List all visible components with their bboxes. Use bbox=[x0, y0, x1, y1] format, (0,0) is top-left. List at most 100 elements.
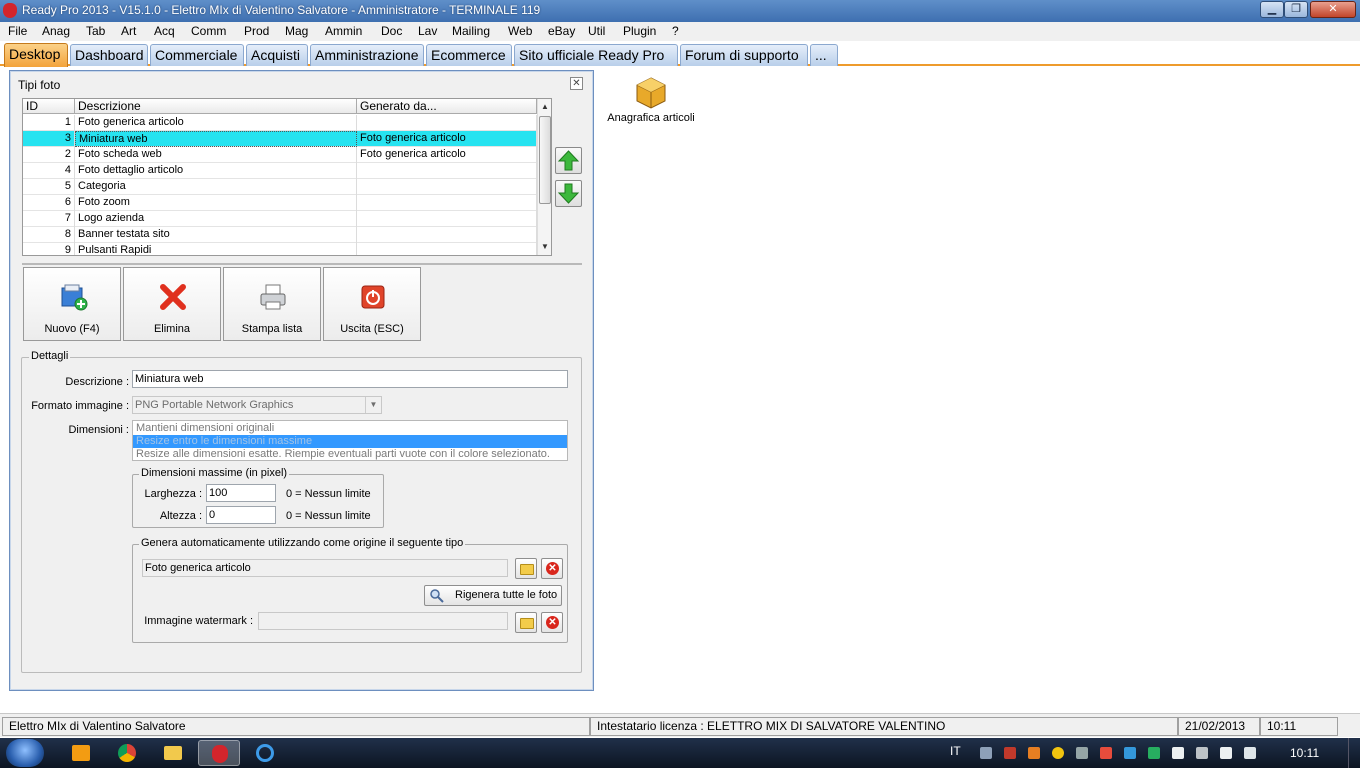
tab-amministrazione[interactable]: Amministrazione bbox=[310, 44, 424, 66]
menu-mailing[interactable]: Mailing bbox=[452, 24, 490, 38]
dimensioni-option[interactable]: Mantieni dimensioni originali bbox=[133, 422, 567, 435]
browse-origin-button[interactable] bbox=[515, 558, 537, 579]
coin-tray-icon[interactable] bbox=[1052, 747, 1064, 759]
red-x-delete-icon bbox=[160, 284, 186, 310]
start-button-icon[interactable] bbox=[6, 739, 44, 767]
print-list-button[interactable]: Stampa lista bbox=[223, 267, 321, 341]
scroll-up-arrow-icon[interactable]: ▲ bbox=[538, 100, 551, 114]
table-row-selected[interactable]: 3 Miniatura web Foto generica articolo bbox=[23, 131, 537, 147]
close-icon[interactable]: ✕ bbox=[570, 77, 583, 90]
menu-lav[interactable]: Lav bbox=[418, 24, 437, 38]
menu-tab[interactable]: Tab bbox=[86, 24, 105, 38]
clear-icon: ✕ bbox=[546, 616, 559, 629]
tab-acquisti[interactable]: Acquisti bbox=[246, 44, 308, 66]
menu-util[interactable]: Util bbox=[588, 24, 605, 38]
table-row[interactable]: 4 Foto dettaglio articolo bbox=[23, 163, 537, 179]
taskbar-explorer[interactable] bbox=[152, 740, 194, 766]
signal-tray-icon[interactable] bbox=[1220, 747, 1232, 759]
grid-vertical-scrollbar[interactable]: ▲ ▼ bbox=[537, 99, 551, 255]
menu-anag[interactable]: Anag bbox=[42, 24, 70, 38]
tab-more[interactable]: ... bbox=[810, 44, 838, 66]
larghezza-input[interactable]: 100 bbox=[206, 484, 276, 502]
tab-forum[interactable]: Forum di supporto bbox=[680, 44, 808, 66]
tab-sito-ufficiale[interactable]: Sito ufficiale Ready Pro bbox=[514, 44, 678, 66]
tab-ecommerce[interactable]: Ecommerce bbox=[426, 44, 512, 66]
speaker-alert-tray-icon[interactable] bbox=[1100, 747, 1112, 759]
table-row[interactable]: 1 Foto generica articolo bbox=[23, 115, 537, 131]
dimensioni-option-selected[interactable]: Resize entro le dimensioni massime bbox=[133, 435, 567, 448]
table-row[interactable]: 2 Foto scheda web Foto generica articolo bbox=[23, 147, 537, 163]
table-row[interactable]: 8 Banner testata sito bbox=[23, 227, 537, 243]
table-row[interactable]: 5 Categoria bbox=[23, 179, 537, 195]
move-up-button[interactable] bbox=[555, 147, 582, 174]
close-button[interactable]: ✕ bbox=[1310, 1, 1356, 18]
scroll-thumb[interactable] bbox=[539, 116, 551, 204]
tab-desktop[interactable]: Desktop bbox=[4, 43, 68, 67]
taskbar-ready-pro[interactable] bbox=[198, 740, 240, 766]
taskbar-clock[interactable]: 10:11 bbox=[1290, 746, 1319, 760]
menu-acq[interactable]: Acq bbox=[154, 24, 175, 38]
minimize-button[interactable]: ▁ bbox=[1260, 1, 1284, 18]
altezza-label: Altezza : bbox=[159, 510, 202, 522]
adobe-tray-icon[interactable] bbox=[1004, 747, 1016, 759]
origin-type-input[interactable]: Foto generica articolo bbox=[142, 559, 508, 577]
menu-ammin[interactable]: Ammin bbox=[325, 24, 362, 38]
delete-button[interactable]: Elimina bbox=[123, 267, 221, 341]
language-indicator[interactable]: IT bbox=[950, 744, 961, 758]
watermark-input[interactable] bbox=[258, 612, 508, 630]
menu-web[interactable]: Web bbox=[508, 24, 532, 38]
window-title: Ready Pro 2013 - V15.1.0 - Elettro MIx d… bbox=[22, 3, 541, 17]
scroll-down-arrow-icon[interactable]: ▼ bbox=[538, 240, 551, 254]
clear-watermark-button[interactable]: ✕ bbox=[541, 612, 563, 633]
green-down-arrow-icon bbox=[557, 183, 580, 204]
flag-tray-icon[interactable] bbox=[1172, 747, 1184, 759]
altezza-input[interactable]: 0 bbox=[206, 506, 276, 524]
column-header-generato[interactable]: Generato da... bbox=[357, 99, 537, 114]
restore-button[interactable]: ❐ bbox=[1284, 1, 1308, 18]
table-row[interactable]: 9 Pulsanti Rapidi bbox=[23, 243, 537, 255]
column-header-descrizione[interactable]: Descrizione bbox=[75, 99, 357, 114]
menu-file[interactable]: File bbox=[8, 24, 27, 38]
taskbar-chrome[interactable] bbox=[106, 740, 148, 766]
regenerate-all-button[interactable]: Rigenera tutte le foto bbox=[424, 585, 562, 606]
taskbar-internet-explorer[interactable] bbox=[244, 740, 286, 766]
browse-watermark-button[interactable] bbox=[515, 612, 537, 633]
menu-ebay[interactable]: eBay bbox=[548, 24, 575, 38]
dimensioni-listbox[interactable]: Mantieni dimensioni originali Resize ent… bbox=[132, 420, 568, 461]
table-row[interactable]: 6 Foto zoom bbox=[23, 195, 537, 211]
app-strawberry-icon bbox=[3, 3, 17, 18]
bluetooth-tray-icon[interactable] bbox=[1124, 747, 1136, 759]
taskbar-media-player[interactable] bbox=[60, 740, 102, 766]
tab-dashboard[interactable]: Dashboard bbox=[70, 44, 148, 66]
show-desktop-button[interactable] bbox=[1348, 738, 1360, 768]
menu-help[interactable]: ? bbox=[672, 24, 679, 38]
update-tray-icon[interactable] bbox=[1028, 747, 1040, 759]
menu-art[interactable]: Art bbox=[121, 24, 136, 38]
menu-plugin[interactable]: Plugin bbox=[623, 24, 656, 38]
formato-label: Formato immagine : bbox=[31, 400, 129, 412]
chrome-icon bbox=[118, 744, 136, 762]
formato-select[interactable]: PNG Portable Network Graphics ▼ bbox=[132, 396, 382, 414]
menu-mag[interactable]: Mag bbox=[285, 24, 308, 38]
dimensioni-option[interactable]: Resize alle dimensioni esatte. Riempie e… bbox=[133, 448, 567, 461]
move-down-button[interactable] bbox=[555, 180, 582, 207]
menu-prod[interactable]: Prod bbox=[244, 24, 269, 38]
network-tray-icon[interactable] bbox=[980, 747, 992, 759]
tab-commerciale[interactable]: Commerciale bbox=[150, 44, 244, 66]
photo-types-grid[interactable]: ID Descrizione Generato da... 1 Foto gen… bbox=[22, 98, 552, 256]
menu-comm[interactable]: Comm bbox=[191, 24, 226, 38]
details-group: Dettagli Descrizione : Miniatura web For… bbox=[21, 350, 582, 673]
descrizione-input[interactable]: Miniatura web bbox=[132, 370, 568, 388]
battery-tray-icon[interactable] bbox=[1196, 747, 1208, 759]
table-row[interactable]: 7 Logo azienda bbox=[23, 211, 537, 227]
new-button[interactable]: Nuovo (F4) bbox=[23, 267, 121, 341]
volume-tray-icon[interactable] bbox=[1244, 747, 1256, 759]
device-tray-icon[interactable] bbox=[1076, 747, 1088, 759]
desktop-shortcut-anagrafica-articoli[interactable]: Anagrafica articoli bbox=[603, 74, 699, 134]
exit-button[interactable]: Uscita (ESC) bbox=[323, 267, 421, 341]
menu-doc[interactable]: Doc bbox=[381, 24, 402, 38]
cell-descrizione: Pulsanti Rapidi bbox=[75, 243, 357, 255]
sync-tray-icon[interactable] bbox=[1148, 747, 1160, 759]
clear-origin-button[interactable]: ✕ bbox=[541, 558, 563, 579]
column-header-id[interactable]: ID bbox=[23, 99, 75, 114]
